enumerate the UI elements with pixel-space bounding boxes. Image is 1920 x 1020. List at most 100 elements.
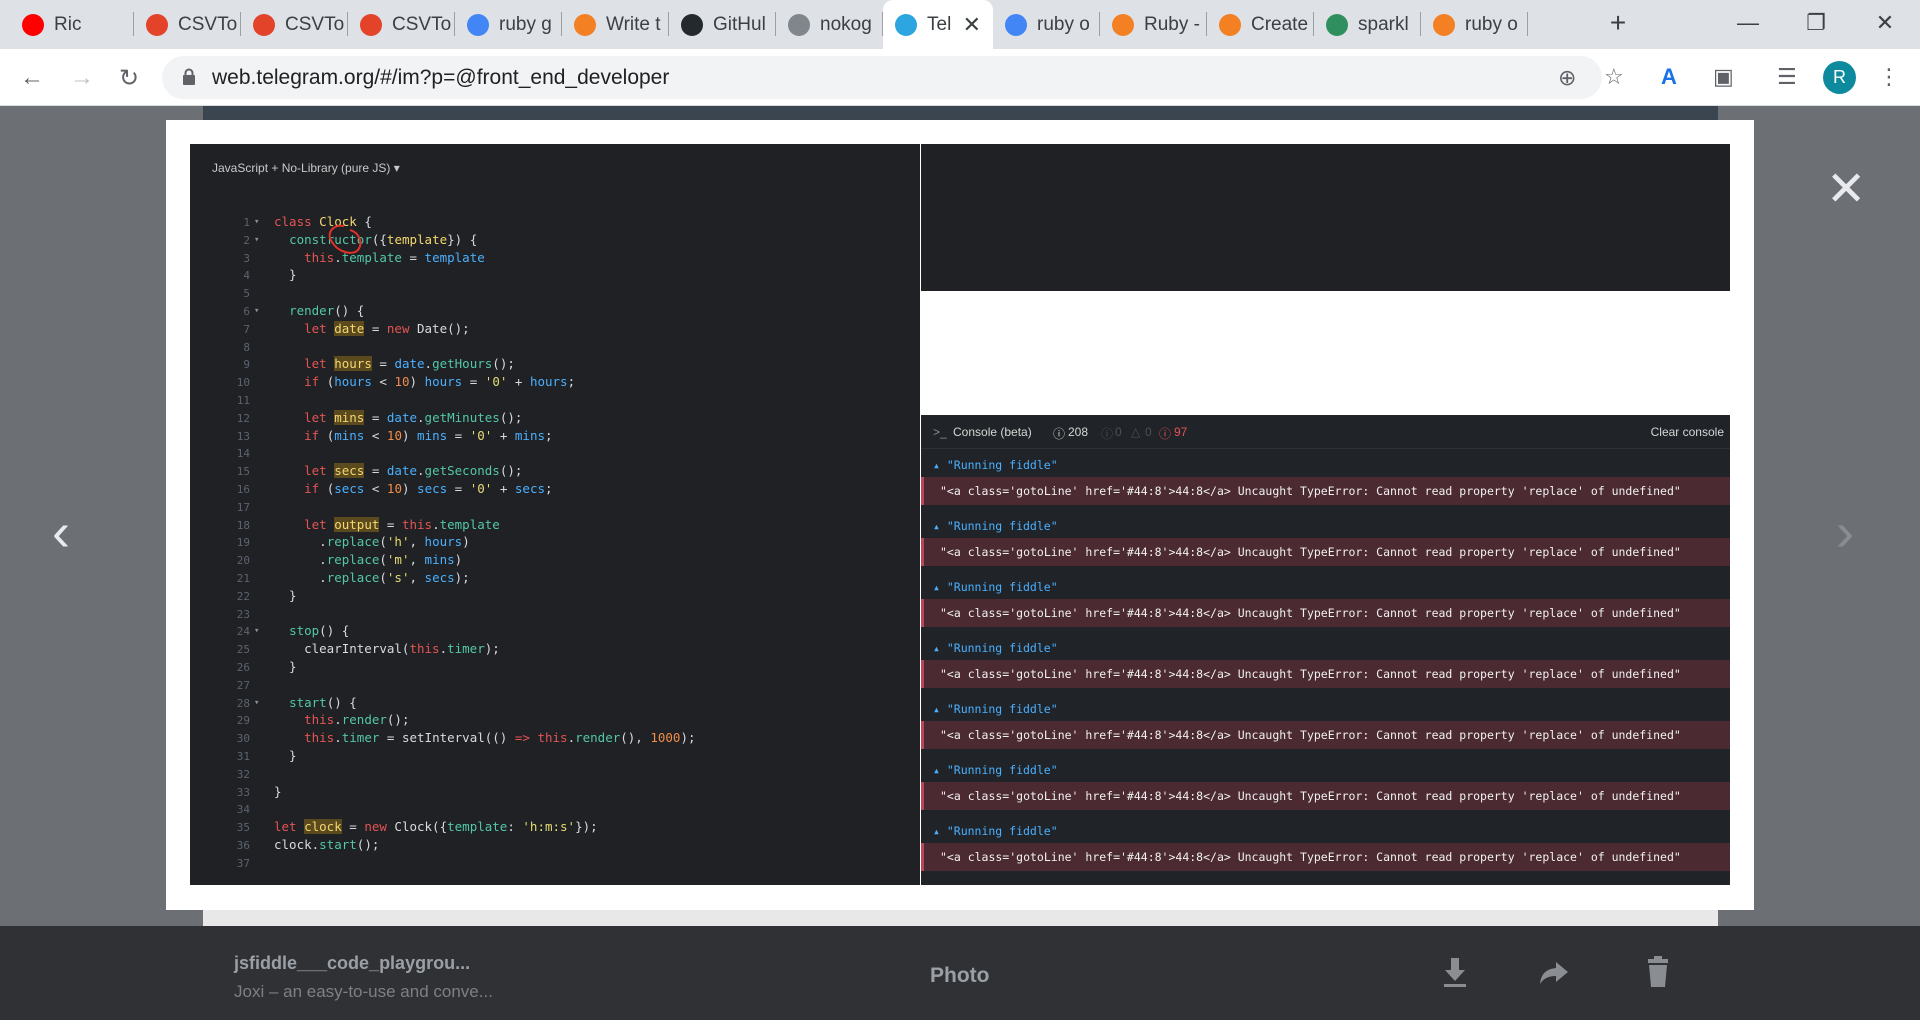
code-line: } bbox=[274, 659, 297, 674]
download-icon[interactable] bbox=[1437, 954, 1473, 990]
code-line: clock.start(); bbox=[274, 837, 380, 852]
fold-arrow-icon: ▾ bbox=[254, 217, 260, 227]
previous-photo-icon[interactable]: ‹ bbox=[52, 505, 70, 559]
tab-title: GitHul bbox=[713, 13, 766, 35]
file-subtitle: Joxi – an easy-to-use and conve... bbox=[234, 982, 493, 1001]
code-line: this.render(); bbox=[304, 712, 410, 728]
browser-tab[interactable]: CSVTo bbox=[134, 0, 241, 49]
line-number: 11 bbox=[236, 394, 250, 407]
line-number: 16 bbox=[236, 483, 250, 496]
browser-tab[interactable]: Write t bbox=[562, 0, 669, 49]
tab-title: Create bbox=[1251, 13, 1309, 35]
code-line: let secs = date.getSeconds(); bbox=[304, 463, 523, 479]
line-number: 21 bbox=[236, 572, 250, 585]
tab-title: Ruby - bbox=[1144, 13, 1200, 35]
line-number: 4 bbox=[243, 269, 250, 283]
console-info-row: ▴ "Running fiddle" bbox=[933, 458, 1058, 472]
line-number: 22 bbox=[236, 589, 250, 603]
telegram-header-peek bbox=[203, 106, 1718, 120]
line-number: 10 bbox=[236, 376, 250, 390]
code-line: let clock = new Clock({template: 'h:m:s'… bbox=[274, 819, 598, 835]
console-title: Console (beta) bbox=[953, 425, 1032, 439]
clear-console-button[interactable]: Clear console bbox=[1651, 425, 1724, 439]
browser-tab[interactable]: CSVTo bbox=[241, 0, 348, 49]
browser-tab[interactable]: sparkl bbox=[1314, 0, 1421, 49]
browser-tab[interactable]: GitHul bbox=[669, 0, 776, 49]
code-line: } bbox=[274, 587, 297, 603]
error-icon: ⓘ bbox=[1159, 427, 1172, 441]
code-line: if (hours < 10) hours = '0' + hours; bbox=[304, 374, 576, 390]
extension-icon[interactable]: ▣ bbox=[1713, 64, 1734, 90]
browser-tab[interactable]: nokog bbox=[776, 0, 883, 49]
line-number: 27 bbox=[236, 678, 250, 692]
profile-avatar[interactable]: R bbox=[1823, 61, 1856, 94]
share-icon[interactable] bbox=[1536, 954, 1572, 990]
youtube-icon bbox=[22, 13, 44, 36]
browser-tab[interactable]: ruby o bbox=[993, 0, 1100, 49]
tab-title: sparkl bbox=[1358, 13, 1409, 35]
bookmark-star-icon[interactable]: ☆ bbox=[1604, 64, 1624, 90]
console-error-row: "<a class='gotoLine' href='#44:8'>44:8</… bbox=[921, 477, 1730, 505]
browser-tab[interactable]: Ric bbox=[10, 0, 134, 49]
line-number: 25 bbox=[236, 643, 250, 657]
console-error-row: "<a class='gotoLine' href='#44:8'>44:8</… bbox=[921, 599, 1730, 627]
new-tab-button[interactable]: + bbox=[1595, 6, 1641, 40]
browser-tab[interactable]: Ruby - bbox=[1100, 0, 1207, 49]
stackoverflow-icon bbox=[1433, 13, 1455, 36]
browser-tab[interactable]: ruby g bbox=[455, 0, 562, 49]
add-icon[interactable]: ⊕ bbox=[1558, 65, 1576, 91]
back-button[interactable]: ← bbox=[16, 62, 48, 94]
console-error-row: "<a class='gotoLine' href='#44:8'>44:8</… bbox=[921, 660, 1730, 688]
log-count: 208 bbox=[1068, 425, 1089, 439]
close-window-button[interactable]: ✕ bbox=[1862, 6, 1908, 40]
code-line: let mins = date.getMinutes(); bbox=[304, 409, 523, 425]
browser-tab[interactable]: CSVTo bbox=[348, 0, 455, 49]
code-line: this.template = template bbox=[304, 249, 485, 265]
result-panel bbox=[921, 144, 1730, 291]
forward-button[interactable]: → bbox=[66, 62, 98, 94]
line-number: 30 bbox=[236, 732, 250, 746]
address-bar[interactable]: web.telegram.org/#/im?p=@front_end_devel… bbox=[162, 56, 1602, 99]
menu-icon[interactable]: ⋮ bbox=[1878, 64, 1900, 90]
delete-icon[interactable] bbox=[1640, 954, 1676, 990]
fold-arrow-icon: ▾ bbox=[254, 697, 260, 708]
fold-arrow-icon: ▾ bbox=[254, 626, 260, 637]
telegram-icon bbox=[895, 13, 917, 36]
globe-icon bbox=[788, 13, 810, 36]
console-error-row: "<a class='gotoLine' href='#44:8'>44:8</… bbox=[921, 843, 1730, 871]
reload-button[interactable]: ↻ bbox=[113, 62, 145, 94]
tab-title: ruby g bbox=[499, 13, 552, 35]
code-line: .replace('h', hours) bbox=[274, 534, 470, 550]
code-line: } bbox=[274, 783, 282, 799]
line-number: 35 bbox=[236, 821, 250, 835]
line-number: 5 bbox=[243, 287, 250, 301]
console-info-row: ▴ "Running fiddle" bbox=[933, 763, 1058, 777]
restore-button[interactable]: ❐ bbox=[1793, 6, 1839, 40]
close-viewer-icon[interactable]: ✕ bbox=[1826, 166, 1866, 214]
lock-icon bbox=[183, 68, 195, 85]
tab-title: Write t bbox=[606, 13, 661, 35]
info-count-icon: ⓘ bbox=[1101, 427, 1114, 441]
tab-title: CSVTo bbox=[392, 13, 452, 35]
translate-extension-icon[interactable]: A bbox=[1661, 64, 1677, 90]
code-line: start() { bbox=[289, 694, 357, 710]
line-number: 23 bbox=[236, 607, 250, 621]
code-line: } bbox=[274, 267, 297, 283]
line-number: 13 bbox=[236, 429, 250, 443]
browser-tab[interactable]: Create bbox=[1207, 0, 1314, 49]
fold-arrow-icon: ▾ bbox=[254, 234, 260, 245]
file-title: jsfiddle___code_playgrou... bbox=[234, 953, 471, 973]
browser-tab[interactable]: Tel ✕ bbox=[883, 0, 993, 49]
gitlab-icon bbox=[360, 13, 382, 36]
tab-title: nokog bbox=[820, 13, 872, 35]
language-selector[interactable]: JavaScript + No-Library (pure JS) ▾ bbox=[212, 161, 400, 175]
close-tab-icon[interactable]: ✕ bbox=[963, 12, 981, 38]
code-line: clearInterval(this.timer); bbox=[274, 641, 500, 657]
media-control-icon[interactable]: ☰ bbox=[1777, 64, 1797, 90]
browser-tab[interactable]: ruby o bbox=[1421, 0, 1528, 49]
line-number: 28 bbox=[236, 696, 250, 710]
minimize-button[interactable]: — bbox=[1725, 6, 1771, 40]
next-photo-icon[interactable]: › bbox=[1836, 505, 1854, 559]
console-error-row: "<a class='gotoLine' href='#44:8'>44:8</… bbox=[921, 538, 1730, 566]
line-number: 18 bbox=[236, 518, 250, 532]
